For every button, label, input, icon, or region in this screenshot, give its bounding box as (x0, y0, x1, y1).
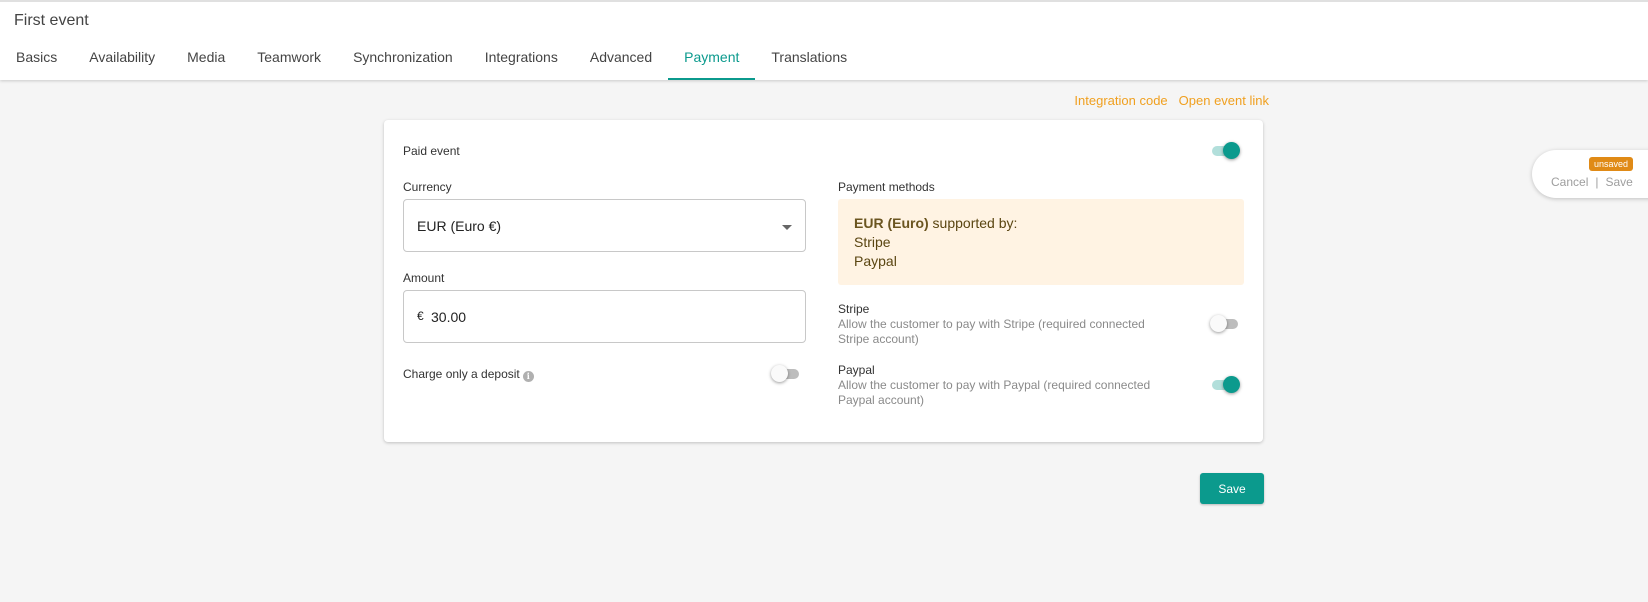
amount-label: Amount (403, 271, 445, 285)
tab-translations[interactable]: Translations (755, 47, 863, 80)
float-separator: | (1595, 175, 1599, 189)
float-cancel-button[interactable]: Cancel (1551, 175, 1588, 189)
stripe-description: Allow the customer to pay with Stripe (r… (838, 317, 1145, 346)
tab-payment[interactable]: Payment (668, 47, 756, 80)
integration-code-link[interactable]: Integration code (1074, 93, 1167, 108)
top-bar: First event Basics Availability Media Te… (0, 0, 1648, 80)
payment-methods-label: Payment methods (838, 180, 935, 194)
tab-bar: Basics Availability Media Teamwork Synch… (0, 47, 863, 80)
tab-media[interactable]: Media (171, 47, 241, 80)
amount-input[interactable] (431, 305, 791, 329)
support-heading: EUR (Euro) supported by: (854, 214, 1228, 233)
float-save-button[interactable]: Save (1605, 175, 1632, 189)
currency-value: EUR (Euro €) (417, 218, 502, 234)
currency-select[interactable]: EUR (Euro €) (403, 199, 806, 252)
unsaved-changes-panel: unsaved Cancel | Save (1532, 150, 1648, 198)
support-currency: EUR (Euro) (854, 215, 929, 231)
euro-prefix: € (417, 309, 424, 323)
payment-card: Paid event Currency EUR (Euro €) Amount … (384, 120, 1263, 442)
deposit-toggle[interactable] (771, 364, 801, 384)
tab-availability[interactable]: Availability (73, 47, 171, 80)
deposit-label-text: Charge only a deposit (403, 367, 520, 381)
support-text: supported by: (928, 215, 1018, 231)
caret-down-icon (782, 225, 792, 230)
supported-method-paypal: Paypal (854, 253, 897, 269)
unsaved-badge: unsaved (1589, 157, 1634, 171)
open-event-link[interactable]: Open event link (1179, 93, 1269, 108)
deposit-label: Charge only a deposit i (403, 367, 534, 382)
event-links: Integration code Open event link (1074, 93, 1269, 108)
page-title: First event (14, 12, 89, 29)
info-icon[interactable]: i (522, 371, 534, 382)
toggle-thumb (1223, 142, 1240, 159)
stripe-title: Stripe (838, 302, 870, 316)
toggle-thumb (771, 365, 788, 382)
tab-advanced[interactable]: Advanced (574, 47, 668, 80)
paid-event-toggle[interactable] (1210, 141, 1240, 161)
paid-event-label: Paid event (403, 144, 460, 158)
float-actions: Cancel | Save (1551, 175, 1633, 189)
paypal-title: Paypal (838, 363, 875, 377)
supported-method-stripe: Stripe (854, 234, 891, 250)
paypal-toggle[interactable] (1210, 375, 1240, 395)
tab-teamwork[interactable]: Teamwork (241, 47, 337, 80)
tab-integrations[interactable]: Integrations (469, 47, 574, 80)
save-button[interactable]: Save (1200, 473, 1264, 504)
stripe-toggle[interactable] (1210, 314, 1240, 334)
currency-label: Currency (403, 180, 452, 194)
tab-synchronization[interactable]: Synchronization (337, 47, 469, 80)
toggle-thumb (1223, 376, 1240, 393)
currency-support-box: EUR (Euro) supported by: Stripe Paypal (838, 199, 1244, 285)
paypal-description: Allow the customer to pay with Paypal (r… (838, 378, 1151, 407)
toggle-thumb (1210, 315, 1227, 332)
tab-basics[interactable]: Basics (0, 47, 73, 80)
amount-field: € (403, 290, 806, 343)
